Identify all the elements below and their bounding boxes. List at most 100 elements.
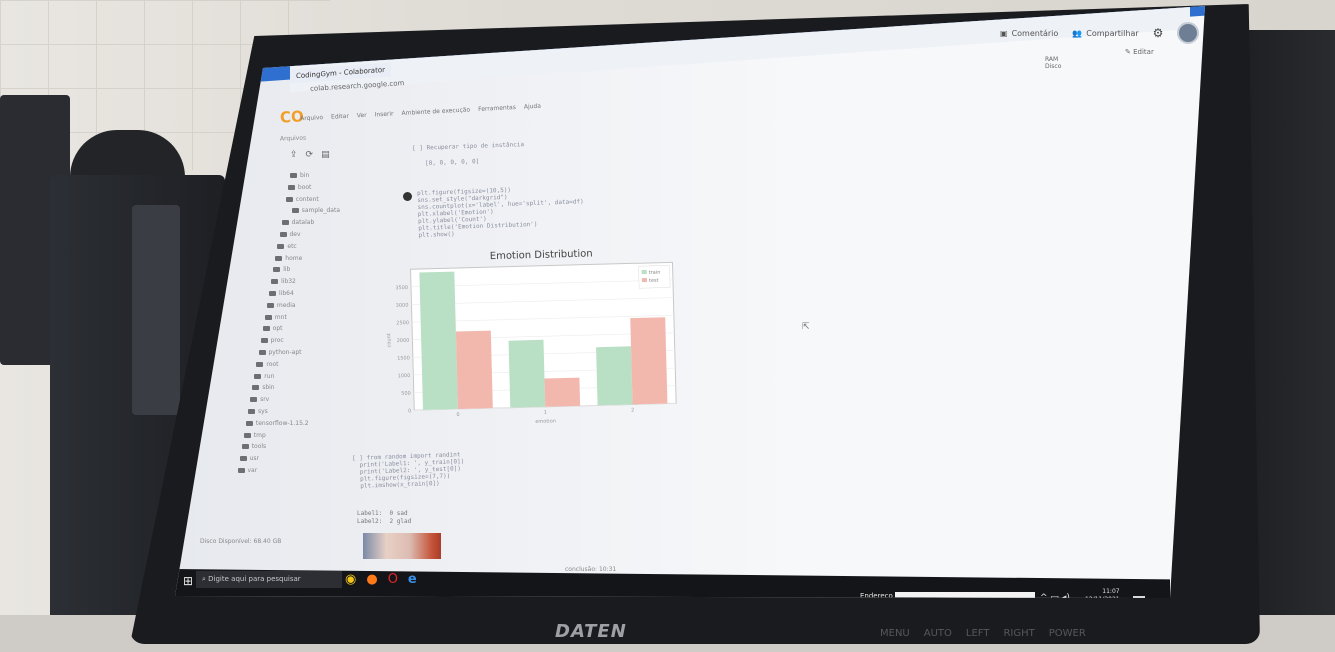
y-tick-label: 3000 (396, 303, 409, 309)
taskbar-search[interactable]: ⌕ Digite aqui para pesquisar (196, 571, 342, 588)
x-tick-label: 0 (456, 412, 459, 418)
monitor-button-left[interactable]: LEFT (966, 628, 990, 639)
file-item[interactable]: boot (287, 184, 311, 191)
file-item[interactable]: proc (260, 337, 284, 345)
bar (630, 317, 668, 405)
folder-icon (290, 173, 297, 178)
opera-icon[interactable]: O (388, 572, 398, 587)
code-cell-2[interactable]: plt.figure(figsize=(10,5)) sns.set_style… (417, 184, 585, 239)
file-item[interactable]: media (266, 302, 296, 309)
folder-icon (291, 208, 299, 214)
avatar[interactable] (1177, 22, 1200, 44)
file-item-label: lib32 (281, 278, 296, 286)
folder-icon (279, 232, 287, 237)
monitor-button-right[interactable]: RIGHT (1003, 628, 1034, 639)
y-tick-label: 1000 (398, 373, 411, 379)
run-cell-icon[interactable] (403, 192, 412, 201)
menu-insert[interactable]: Inserir (374, 110, 393, 118)
code-cell-3[interactable]: [ ] from random import randint print('La… (352, 451, 465, 490)
file-item[interactable]: etc (277, 242, 297, 250)
y-tick-label: 500 (401, 391, 411, 397)
file-item-label: root (266, 360, 279, 368)
monitor-buttons: MENU AUTO LEFT RIGHT POWER (880, 628, 1086, 639)
folder-icon (275, 255, 283, 261)
legend-label: test (649, 278, 659, 284)
monitor-button-menu[interactable]: MENU (880, 628, 910, 639)
edge-icon[interactable]: e (408, 572, 417, 587)
monitor-button-auto[interactable]: AUTO (924, 628, 952, 639)
menu-help[interactable]: Ajuda (524, 103, 541, 111)
gear-icon[interactable]: ⚙ (1153, 26, 1164, 40)
file-item-label: mnt (274, 313, 287, 321)
x-tick-label: 2 (631, 407, 634, 413)
file-item-label: lib64 (279, 290, 294, 297)
emotion-chart: 0 500 1000 1500 2000 2500 3000 3500 0 1 2 Emotion D… (386, 248, 677, 425)
file-item[interactable]: sys (248, 408, 268, 415)
file-item[interactable]: var (237, 467, 257, 474)
comment-icon: ▣ (1000, 28, 1008, 38)
file-item[interactable]: sample_data (291, 207, 341, 215)
file-item-label: sample_data (301, 207, 341, 215)
menu-view[interactable]: Ver (357, 112, 367, 120)
edit-button[interactable]: ✎ Editar (1125, 48, 1154, 56)
sidebar-toolbar: ⇪ ⟳ ▤ (290, 150, 330, 160)
file-item-label: sbin (262, 384, 275, 392)
y-tick-label: 1500 (397, 355, 410, 361)
folder-icon (285, 196, 293, 202)
file-item[interactable]: usr (239, 455, 259, 462)
file-item-label: tensorflow-1.15.2 (255, 419, 309, 427)
status-bar: conclusão: 10:31 (565, 566, 617, 573)
file-item[interactable]: opt (262, 325, 283, 332)
file-item[interactable]: python-apt (258, 349, 302, 356)
file-item-label: tmp (253, 431, 266, 439)
y-tick-label: 3500 (395, 285, 408, 291)
folder-icon (266, 302, 274, 308)
share-button[interactable]: 👥 Compartilhar (1072, 29, 1138, 38)
firefox-icon[interactable]: ● (366, 572, 377, 587)
bar (455, 330, 493, 410)
folder-icon (258, 350, 266, 355)
people-icon: 👥 (1072, 28, 1083, 38)
file-item-label: proc (270, 337, 284, 345)
file-item-label: tools (251, 443, 267, 451)
x-tick-label: 1 (544, 410, 547, 416)
chart-title: Emotion Distribution (490, 248, 593, 262)
file-item[interactable]: lib32 (271, 278, 296, 285)
bar (544, 377, 581, 407)
chrome-icon[interactable]: ◉ (345, 572, 356, 587)
file-item-label: etc (287, 242, 297, 250)
file-item[interactable]: tools (241, 443, 267, 451)
file-item[interactable]: home (275, 255, 302, 262)
folder-icon (243, 432, 251, 438)
file-item-label: bin (300, 172, 310, 179)
file-item[interactable]: srv (250, 396, 269, 403)
drive-icon[interactable]: ▤ (321, 150, 330, 160)
file-item[interactable]: datalab (281, 219, 314, 226)
file-item[interactable]: tensorflow-1.15.2 (245, 419, 309, 427)
file-item[interactable]: lib (273, 266, 290, 273)
upload-icon[interactable]: ⇪ (290, 150, 298, 160)
ram-disk-indicator[interactable]: RAM Disco (1045, 56, 1061, 70)
refresh-icon[interactable]: ⟳ (306, 150, 314, 160)
pencil-icon: ✎ (1125, 48, 1131, 56)
file-item[interactable]: mnt (264, 313, 287, 321)
menu-file[interactable]: Arquivo (300, 114, 323, 122)
folder-icon (264, 314, 272, 320)
monitor-button-power[interactable]: POWER (1049, 628, 1086, 639)
folder-icon (262, 326, 270, 332)
y-tick-label: 2500 (396, 320, 409, 326)
folder-icon (277, 243, 285, 249)
menu-edit[interactable]: Editar (331, 113, 349, 121)
file-item[interactable]: lib64 (269, 290, 294, 297)
windows-start-icon[interactable]: ⊞ (183, 574, 193, 588)
file-item-label: srv (260, 396, 270, 404)
file-item[interactable]: content (285, 196, 319, 203)
file-item-label: lib (283, 266, 291, 274)
comment-button[interactable]: ▣ Comentário (1000, 29, 1058, 38)
file-item[interactable]: tmp (243, 431, 266, 439)
file-item[interactable]: root (256, 361, 278, 368)
file-item[interactable]: dev (279, 231, 301, 238)
file-item[interactable]: run (254, 373, 274, 380)
file-item[interactable]: sbin (252, 384, 275, 392)
file-item[interactable]: bin (290, 172, 309, 179)
